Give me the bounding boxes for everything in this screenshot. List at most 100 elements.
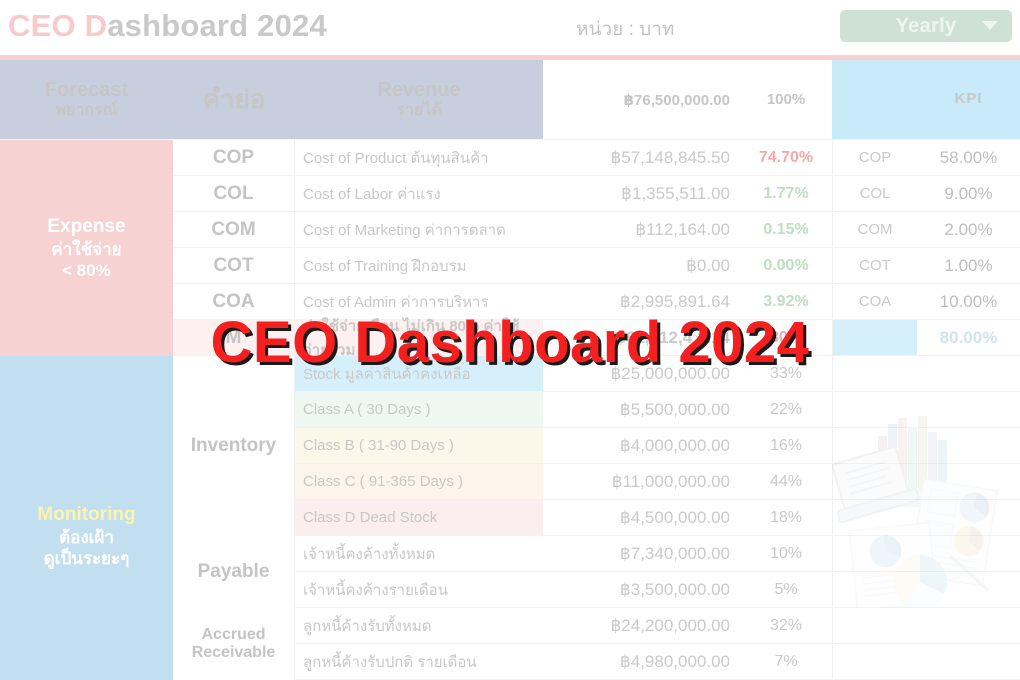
row-kpi-value: 2.00% bbox=[917, 212, 1020, 248]
row-amount: ฿4,980,000.00 bbox=[543, 644, 740, 680]
monitoring-th-line2: ดูเป็นระยะๆ bbox=[43, 548, 130, 568]
row-amount: ฿4,000,000.00 bbox=[543, 428, 740, 464]
row-amount: ฿0.00 bbox=[543, 248, 740, 284]
row-abbr: COP bbox=[173, 140, 295, 176]
row-kpi-value bbox=[917, 608, 1020, 644]
row-kpi-value: 80.00% bbox=[917, 320, 1020, 356]
row-abbr: COA bbox=[173, 284, 295, 320]
row-kpi-name bbox=[832, 356, 917, 392]
row-percent: 3.92% bbox=[740, 284, 832, 320]
table-header-row: Forecast พยากรณ์ คำย่อ Revenue รายได้ ฿7… bbox=[0, 60, 1020, 140]
row-description: ลูกหนี้ค้างรับปกติ รายเดือน bbox=[295, 644, 543, 680]
revenue-total-amount: ฿76,500,000.00 bbox=[543, 60, 740, 140]
row-description: Cost of Training ฝึกอบรม bbox=[295, 248, 543, 284]
forecast-th-label: พยากรณ์ bbox=[55, 101, 118, 119]
row-percent: 0.15% bbox=[740, 212, 832, 248]
group-label-inventory: Inventory bbox=[173, 356, 295, 536]
row-kpi-name: COL bbox=[832, 176, 917, 212]
row-percent: 5% bbox=[740, 572, 832, 608]
column-header-revenue: Revenue รายได้ bbox=[295, 60, 543, 140]
row-description: Class A ( 30 Days ) bbox=[295, 392, 543, 428]
monitoring-th-line1: ต้องเฝ้า bbox=[59, 527, 114, 547]
kpi-label: KPI bbox=[954, 90, 983, 108]
row-amount: ฿3,500,000.00 bbox=[543, 572, 740, 608]
row-kpi-name: COP bbox=[832, 140, 917, 176]
column-header-forecast: Forecast พยากรณ์ bbox=[0, 60, 173, 140]
row-kpi-name bbox=[832, 644, 917, 680]
period-dropdown-value: Yearly bbox=[895, 14, 957, 37]
row-kpi-value bbox=[917, 356, 1020, 392]
row-amount: ฿2,995,891.64 bbox=[543, 284, 740, 320]
row-abbr: COM bbox=[173, 212, 295, 248]
ceo-dashboard-page: CEO Dashboard 2024 หน่วย : บาท Yearly Fo… bbox=[0, 0, 1020, 680]
row-percent: 32% bbox=[740, 608, 832, 644]
row-percent: 0.00% bbox=[740, 248, 832, 284]
row-description: Cost of Marketing ค่าการตลาด bbox=[295, 212, 543, 248]
row-description: Class C ( 91-365 Days ) bbox=[295, 464, 543, 500]
row-percent: 44% bbox=[740, 464, 832, 500]
payable-label: Payable bbox=[197, 561, 270, 583]
row-kpi-name: COM bbox=[832, 212, 917, 248]
forecast-en-label: Forecast bbox=[44, 79, 129, 102]
row-percent: 1.77% bbox=[740, 176, 832, 212]
abbr-th-label: คำย่อ bbox=[202, 83, 266, 114]
row-description: ลูกหนี้ค้างรับทั้งหมด bbox=[295, 608, 543, 644]
monitoring-en-label: Monitoring bbox=[37, 503, 136, 525]
row-percent: 33% bbox=[740, 356, 832, 392]
row-percent: 80% bbox=[740, 320, 832, 356]
row-kpi-name: COT bbox=[832, 248, 917, 284]
column-header-kpi-left bbox=[832, 60, 917, 140]
row-amount: ฿11,000,000.00 bbox=[543, 464, 740, 500]
row-percent: 16% bbox=[740, 428, 832, 464]
row-percent: 74.70% bbox=[740, 140, 832, 176]
row-abbr: COT bbox=[173, 248, 295, 284]
row-percent: 22% bbox=[740, 392, 832, 428]
row-kpi-value: 10.00% bbox=[917, 284, 1020, 320]
row-kpi-value bbox=[917, 644, 1020, 680]
revenue-th-label: รายได้ bbox=[396, 101, 442, 119]
row-description: Stock มูลค่าสินค้าคงเหลือ bbox=[295, 356, 543, 392]
row-amount: ฿112,164.00 bbox=[543, 212, 740, 248]
row-percent: 18% bbox=[740, 500, 832, 536]
page-title: CEO Dashboard 2024 bbox=[8, 8, 327, 44]
row-kpi-name bbox=[832, 320, 917, 356]
column-header-kpi: KPI bbox=[917, 60, 1020, 140]
row-kpi-value: 1.00% bbox=[917, 248, 1020, 284]
row-description: Cost of Product ต้นทุนสินค้า bbox=[295, 140, 543, 176]
row-description: เจ้าหนี้คงค้างทั้งหมด bbox=[295, 536, 543, 572]
row-amount: ฿1,355,511.00 bbox=[543, 176, 740, 212]
revenue-total-percent: 100% bbox=[740, 60, 832, 140]
accrued-label-line1: Accrued bbox=[201, 625, 266, 643]
row-description: Cost of Labor ค่าแรง bbox=[295, 176, 543, 212]
row-percent: 7% bbox=[740, 644, 832, 680]
row-kpi-value: 58.00% bbox=[917, 140, 1020, 176]
chevron-down-icon bbox=[982, 21, 998, 30]
row-amount: ฿7,340,000.00 bbox=[543, 536, 740, 572]
charts-reports-illustration bbox=[831, 416, 999, 608]
row-percent: 10% bbox=[740, 536, 832, 572]
page-title-rest: ashboard 2024 bbox=[107, 8, 327, 43]
row-amount: ฿24,200,000.00 bbox=[543, 608, 740, 644]
revenue-en-label: Revenue bbox=[377, 79, 461, 102]
top-bar: CEO Dashboard 2024 หน่วย : บาท Yearly bbox=[0, 0, 1020, 52]
row-description: เจ้าหนี้คงค้างรายเดือน bbox=[295, 572, 543, 608]
expense-limit-label: < 80% bbox=[62, 260, 111, 280]
row-amount: ฿4,500,000.00 bbox=[543, 500, 740, 536]
unit-label: หน่วย : บาท bbox=[576, 19, 675, 40]
expense-th-label: ค่าใช้จ่าย bbox=[51, 239, 122, 259]
row-abbr: COL bbox=[173, 176, 295, 212]
inventory-label: Inventory bbox=[190, 435, 277, 457]
row-description: Class D Dead Stock bbox=[295, 500, 543, 536]
row-amount: ฿25,000,000.00 bbox=[543, 356, 740, 392]
expense-en-label: Expense bbox=[47, 215, 126, 237]
period-dropdown[interactable]: Yearly bbox=[840, 10, 1012, 42]
row-kpi-name: COA bbox=[832, 284, 917, 320]
group-label-accrued-receivable: Accrued Receivable bbox=[173, 608, 295, 680]
row-abbr: M bbox=[173, 320, 295, 356]
row-description: ค่าใช้จ่ายเตือน ไม่เกิน 80% ค่าใช้จ่ายรว… bbox=[295, 318, 543, 359]
row-amount: ฿5,500,000.00 bbox=[543, 392, 740, 428]
accrued-label-line2: Receivable bbox=[191, 644, 276, 661]
column-header-abbr: คำย่อ bbox=[173, 60, 295, 140]
row-description: Class B ( 31-90 Days ) bbox=[295, 428, 543, 464]
group-label-payable: Payable bbox=[173, 536, 295, 608]
